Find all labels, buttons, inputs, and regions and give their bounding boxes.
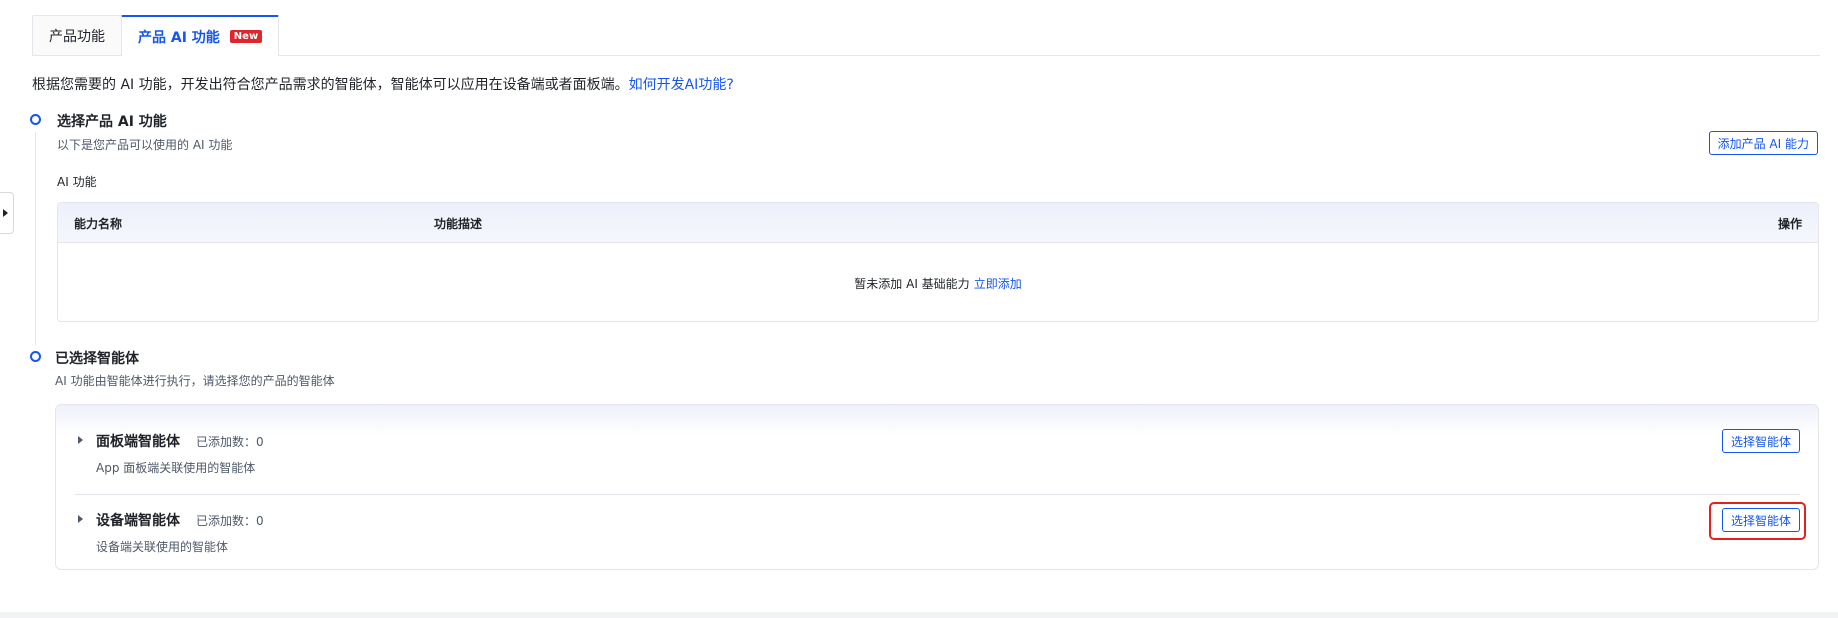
empty-state-text: 暂未添加 AI 基础能力 (854, 277, 970, 291)
column-header-capability-name: 能力名称 (74, 217, 123, 231)
tab-label: 产品 AI 功能 (138, 29, 220, 46)
product-ai-page: 产品功能 产品 AI 功能 New 根据您需要的 AI 功能，开发出符合您产品需… (0, 0, 1838, 618)
expand-caret-icon[interactable] (78, 515, 83, 523)
panel-agent-row: 面板端智能体 已添加数：0 App 面板端关联使用的智能体 选择智能体 (74, 417, 1800, 495)
step-2-title: 已选择智能体 (55, 351, 139, 367)
ai-features-table: 能力名称 功能描述 操作 暂未添加 AI 基础能力 立即添加 (57, 202, 1819, 322)
step-1-title: 选择产品 AI 功能 (57, 114, 167, 130)
agent-name: 面板端智能体 (96, 434, 180, 450)
agent-name: 设备端智能体 (96, 513, 180, 529)
add-product-ai-capability-button[interactable]: 添加产品 AI 能力 (1708, 131, 1818, 155)
step-1-dot (30, 114, 41, 125)
tab-label: 产品功能 (49, 28, 105, 45)
agent-description: App 面板端关联使用的智能体 (96, 461, 256, 475)
intro-description: 根据您需要的 AI 功能，开发出符合您产品需求的智能体，智能体可以应用在设备端或… (32, 77, 629, 93)
sidebar-expand-toggle[interactable] (0, 192, 14, 234)
highlight-annotation-box (1709, 502, 1806, 540)
how-to-develop-ai-link[interactable]: 如何开发AI功能? (629, 77, 734, 93)
new-badge: New (229, 30, 263, 43)
intro-text: 根据您需要的 AI 功能，开发出符合您产品需求的智能体，智能体可以应用在设备端或… (32, 74, 734, 94)
step-2-dot (30, 351, 41, 362)
expand-caret-icon[interactable] (78, 436, 83, 444)
tab-product-ai-features[interactable]: 产品 AI 功能 New (121, 15, 280, 56)
agent-count: 已添加数：0 (196, 514, 264, 528)
agent-description: 设备端关联使用的智能体 (96, 540, 229, 554)
step-connector-line (35, 132, 36, 345)
ai-features-label: AI 功能 (57, 175, 97, 189)
chevron-right-icon (3, 209, 8, 217)
tab-product-features[interactable]: 产品功能 (32, 15, 122, 55)
tab-bar: 产品功能 产品 AI 功能 New (32, 15, 1820, 56)
column-header-actions: 操作 (1777, 217, 1802, 231)
table-empty-state: 暂未添加 AI 基础能力 立即添加 (58, 275, 1818, 292)
select-panel-agent-button[interactable]: 选择智能体 (1721, 429, 1800, 453)
step-1-description: 以下是您产品可以使用的 AI 功能 (57, 138, 233, 152)
bottom-bar (0, 612, 1838, 618)
add-now-link[interactable]: 立即添加 (974, 277, 1022, 291)
step-2-description: AI 功能由智能体进行执行，请选择您的产品的智能体 (55, 374, 335, 388)
agent-count: 已添加数：0 (196, 435, 264, 449)
table-header: 能力名称 功能描述 操作 (58, 203, 1818, 243)
agent-panel: 面板端智能体 已添加数：0 App 面板端关联使用的智能体 选择智能体 设备端智… (55, 404, 1819, 570)
device-agent-row: 设备端智能体 已添加数：0 设备端关联使用的智能体 选择智能体 (74, 496, 1806, 574)
column-header-description: 功能描述 (434, 217, 483, 231)
